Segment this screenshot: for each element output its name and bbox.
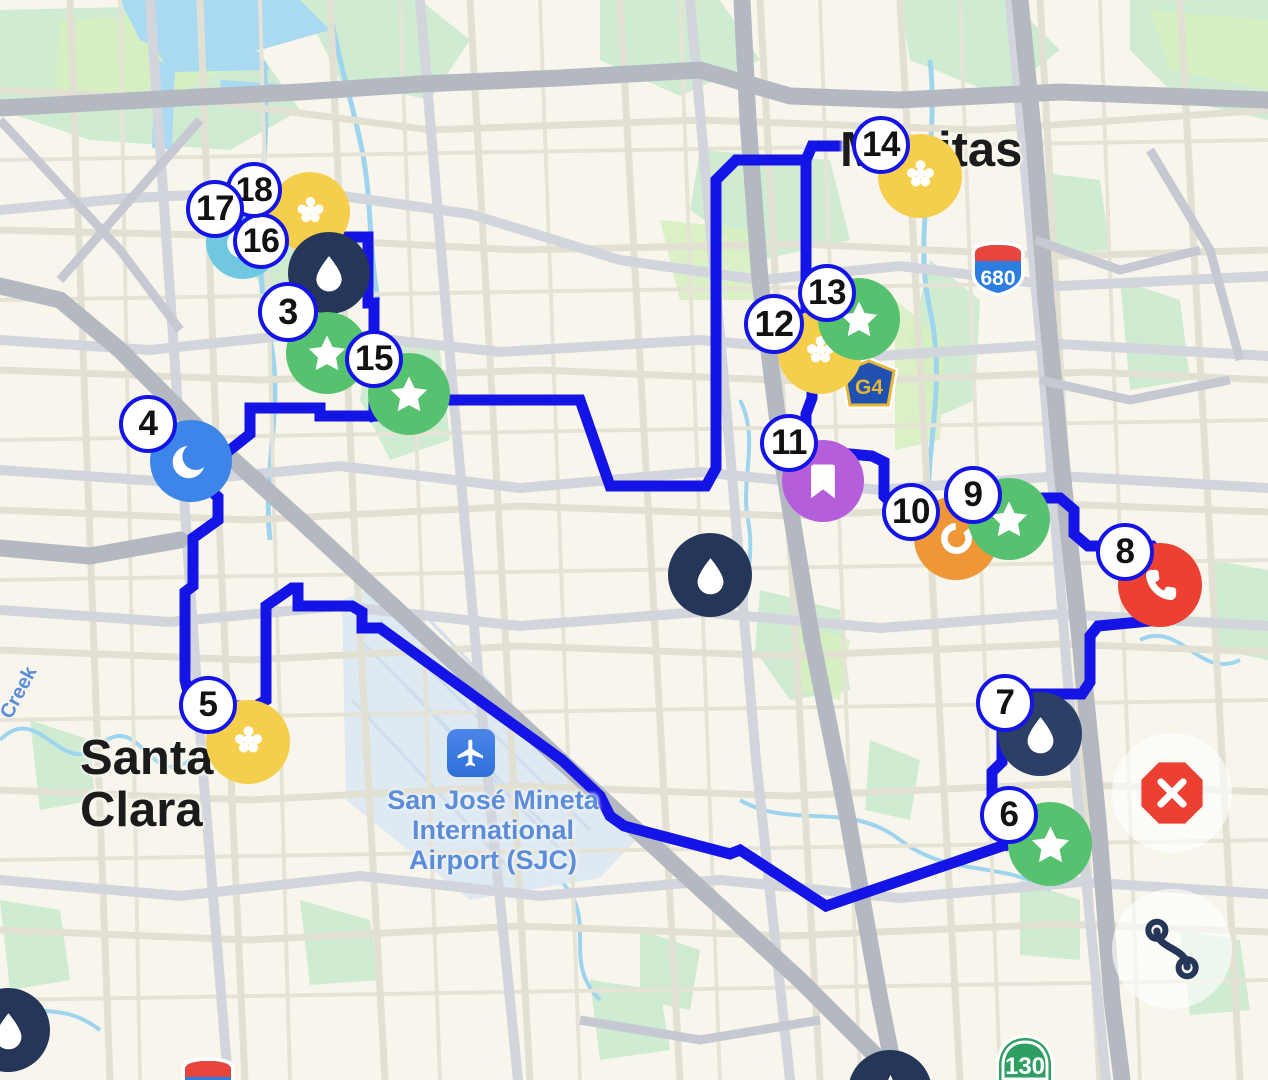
waypoint-badge-15[interactable]: 15 [345, 330, 403, 388]
route-layer[interactable] [0, 0, 1268, 1080]
city-label-santa-clara: Santa Clara [80, 731, 214, 837]
shield-i680-number: 680 [980, 267, 1015, 290]
octagon-x-icon [1141, 762, 1203, 824]
airplane-icon [447, 729, 495, 777]
waypoint-badge-5[interactable]: 5 [179, 676, 237, 734]
waypoint-badge-12[interactable]: 12 [744, 294, 804, 354]
waypoint-badge-10[interactable]: 10 [882, 483, 940, 541]
waypoint-badge-16[interactable]: 16 [233, 213, 289, 269]
waypoint-badge-6[interactable]: 6 [980, 786, 1038, 844]
shield-ca130: 130 [992, 1034, 1058, 1080]
drop-icon [316, 256, 342, 292]
waypoint-badge-8[interactable]: 8 [1096, 523, 1154, 581]
route-icon [1145, 918, 1199, 980]
waypoint-badge-13[interactable]: 13 [798, 264, 856, 322]
waypoint-badge-11[interactable]: 11 [760, 414, 818, 472]
drop-icon [0, 1012, 21, 1049]
grapes-icon [234, 725, 262, 752]
grapes-icon [297, 196, 323, 222]
waypoint-badge-3[interactable]: 3 [258, 282, 318, 342]
stop-route-button[interactable] [1112, 733, 1232, 853]
route-overview-button[interactable] [1112, 889, 1232, 1009]
airport-label-sjc: San José Mineta International Airport (S… [387, 785, 599, 875]
map-canvas[interactable]: Santa Clara Milpitas San José Mineta Int… [0, 0, 1268, 1080]
poi-water-mid[interactable] [668, 533, 752, 617]
waypoint-badge-4[interactable]: 4 [119, 395, 177, 453]
waypoint-badge-17[interactable]: 17 [186, 180, 244, 238]
waypoint-badge-7[interactable]: 7 [976, 674, 1034, 732]
waypoint-badge-14[interactable]: 14 [852, 116, 910, 174]
shield-i680: 680 [968, 240, 1028, 298]
moon-icon [172, 446, 205, 479]
drop-icon [697, 557, 723, 594]
star-icon [308, 335, 346, 371]
waypoint-badge-9[interactable]: 9 [944, 466, 1002, 524]
nav-icon [887, 1074, 893, 1080]
shield-g4-label: G4 [855, 376, 883, 399]
shield-ca130-number: 130 [1005, 1053, 1045, 1080]
shield-i880-partial [178, 1056, 238, 1080]
